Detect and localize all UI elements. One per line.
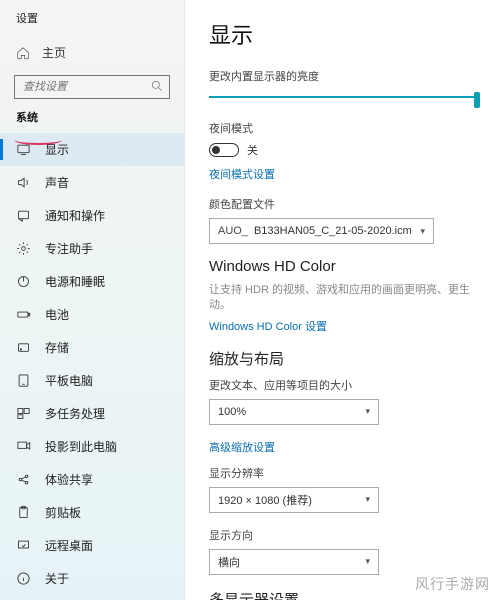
color-profile-heading: 颜色配置文件 (209, 196, 480, 212)
search-input[interactable] (14, 75, 170, 99)
multitask-icon (16, 406, 31, 421)
sidebar-item-label: 声音 (45, 174, 69, 191)
night-mode-heading: 夜间模式 (209, 120, 480, 136)
nav-section-label: 系统 (0, 109, 184, 133)
hd-color-heading: Windows HD Color (209, 258, 480, 275)
sidebar-item-label: 剪贴板 (45, 504, 81, 521)
chevron-down-icon: ▾ (420, 226, 425, 237)
orientation-label: 显示方向 (209, 527, 480, 543)
project-icon (16, 439, 31, 454)
orientation-select[interactable]: 横向 ▾ (209, 549, 379, 575)
scale-heading: 缩放与布局 (209, 348, 480, 369)
clipboard-icon (16, 505, 31, 520)
sidebar-item-notifications[interactable]: 通知和操作 (0, 199, 184, 232)
night-mode-settings-link[interactable]: 夜间模式设置 (209, 166, 275, 182)
sidebar-item-label: 关于 (45, 570, 69, 587)
sidebar-item-label: 显示 (45, 141, 69, 158)
about-icon (16, 571, 31, 586)
advanced-scale-link[interactable]: 高级缩放设置 (209, 439, 480, 455)
sidebar: 设置 主页 系统 显示 声音 通知和操作 专注助手 电源和睡眠 (0, 0, 185, 600)
search-icon (150, 79, 164, 93)
sound-icon (16, 175, 31, 190)
nav-list: 显示 声音 通知和操作 专注助手 电源和睡眠 电池 存储 平板电脑 (0, 133, 184, 595)
chevron-down-icon: ▾ (365, 494, 370, 505)
orientation-value: 横向 (218, 554, 240, 570)
home-nav[interactable]: 主页 (0, 38, 184, 67)
sidebar-item-clipboard[interactable]: 剪贴板 (0, 496, 184, 529)
sidebar-item-shared[interactable]: 体验共享 (0, 463, 184, 496)
search-box (14, 75, 170, 99)
power-icon (16, 274, 31, 289)
shared-icon (16, 472, 31, 487)
chevron-down-icon: ▾ (365, 406, 370, 417)
resolution-label: 显示分辨率 (209, 465, 480, 481)
remote-icon (16, 538, 31, 553)
brightness-label: 更改内置显示器的亮度 (209, 68, 480, 84)
sidebar-item-sound[interactable]: 声音 (0, 166, 184, 199)
sidebar-item-focus[interactable]: 专注助手 (0, 232, 184, 265)
home-icon (16, 46, 30, 60)
display-icon (16, 142, 31, 157)
sidebar-item-label: 多任务处理 (45, 405, 105, 422)
storage-icon (16, 340, 31, 355)
scale-size-label: 更改文本、应用等项目的大小 (209, 377, 480, 393)
content-pane: 显示 更改内置显示器的亮度 夜间模式 关 夜间模式设置 颜色配置文件 AUO_ … (185, 0, 500, 600)
watermark-text: 风行手游网 (415, 574, 490, 594)
hd-color-link[interactable]: Windows HD Color 设置 (209, 318, 327, 334)
focus-icon (16, 241, 31, 256)
sidebar-item-remote[interactable]: 远程桌面 (0, 529, 184, 562)
color-profile-value: B133HAN05_C_21-05-2020.icm (254, 225, 412, 237)
sidebar-item-power[interactable]: 电源和睡眠 (0, 265, 184, 298)
color-profile-prefix: AUO_ (218, 225, 248, 237)
sidebar-item-multitask[interactable]: 多任务处理 (0, 397, 184, 430)
sidebar-item-label: 电池 (45, 306, 69, 323)
sidebar-item-label: 远程桌面 (45, 537, 93, 554)
sidebar-item-tablet[interactable]: 平板电脑 (0, 364, 184, 397)
sidebar-item-label: 电源和睡眠 (45, 273, 105, 290)
sidebar-item-battery[interactable]: 电池 (0, 298, 184, 331)
slider-track (209, 96, 480, 98)
night-mode-status: 关 (247, 142, 258, 158)
scale-size-select[interactable]: 100% ▾ (209, 399, 379, 425)
night-mode-toggle[interactable] (209, 143, 239, 157)
battery-icon (16, 307, 31, 322)
resolution-select[interactable]: 1920 × 1080 (推荐) ▾ (209, 487, 379, 513)
hd-color-desc: 让支持 HDR 的视频、游戏和应用的画面更明亮、更生动。 (209, 283, 480, 314)
chevron-down-icon: ▾ (365, 556, 370, 567)
scale-size-value: 100% (218, 406, 246, 418)
brightness-slider[interactable] (209, 90, 480, 104)
sidebar-item-display[interactable]: 显示 (0, 133, 184, 166)
sidebar-item-label: 存储 (45, 339, 69, 356)
sidebar-item-label: 体验共享 (45, 471, 93, 488)
color-profile-select[interactable]: AUO_ B133HAN05_C_21-05-2020.icm ▾ (209, 218, 434, 244)
page-title: 显示 (209, 18, 480, 50)
sidebar-item-label: 通知和操作 (45, 207, 105, 224)
sidebar-item-label: 投影到此电脑 (45, 438, 117, 455)
app-title: 设置 (0, 10, 184, 34)
tablet-icon (16, 373, 31, 388)
slider-thumb[interactable] (474, 92, 480, 108)
sidebar-item-project[interactable]: 投影到此电脑 (0, 430, 184, 463)
notify-icon (16, 208, 31, 223)
home-label: 主页 (42, 44, 66, 61)
sidebar-item-label: 专注助手 (45, 240, 93, 257)
sidebar-item-about[interactable]: 关于 (0, 562, 184, 595)
resolution-value: 1920 × 1080 (推荐) (218, 492, 312, 508)
sidebar-item-label: 平板电脑 (45, 372, 93, 389)
sidebar-item-storage[interactable]: 存储 (0, 331, 184, 364)
